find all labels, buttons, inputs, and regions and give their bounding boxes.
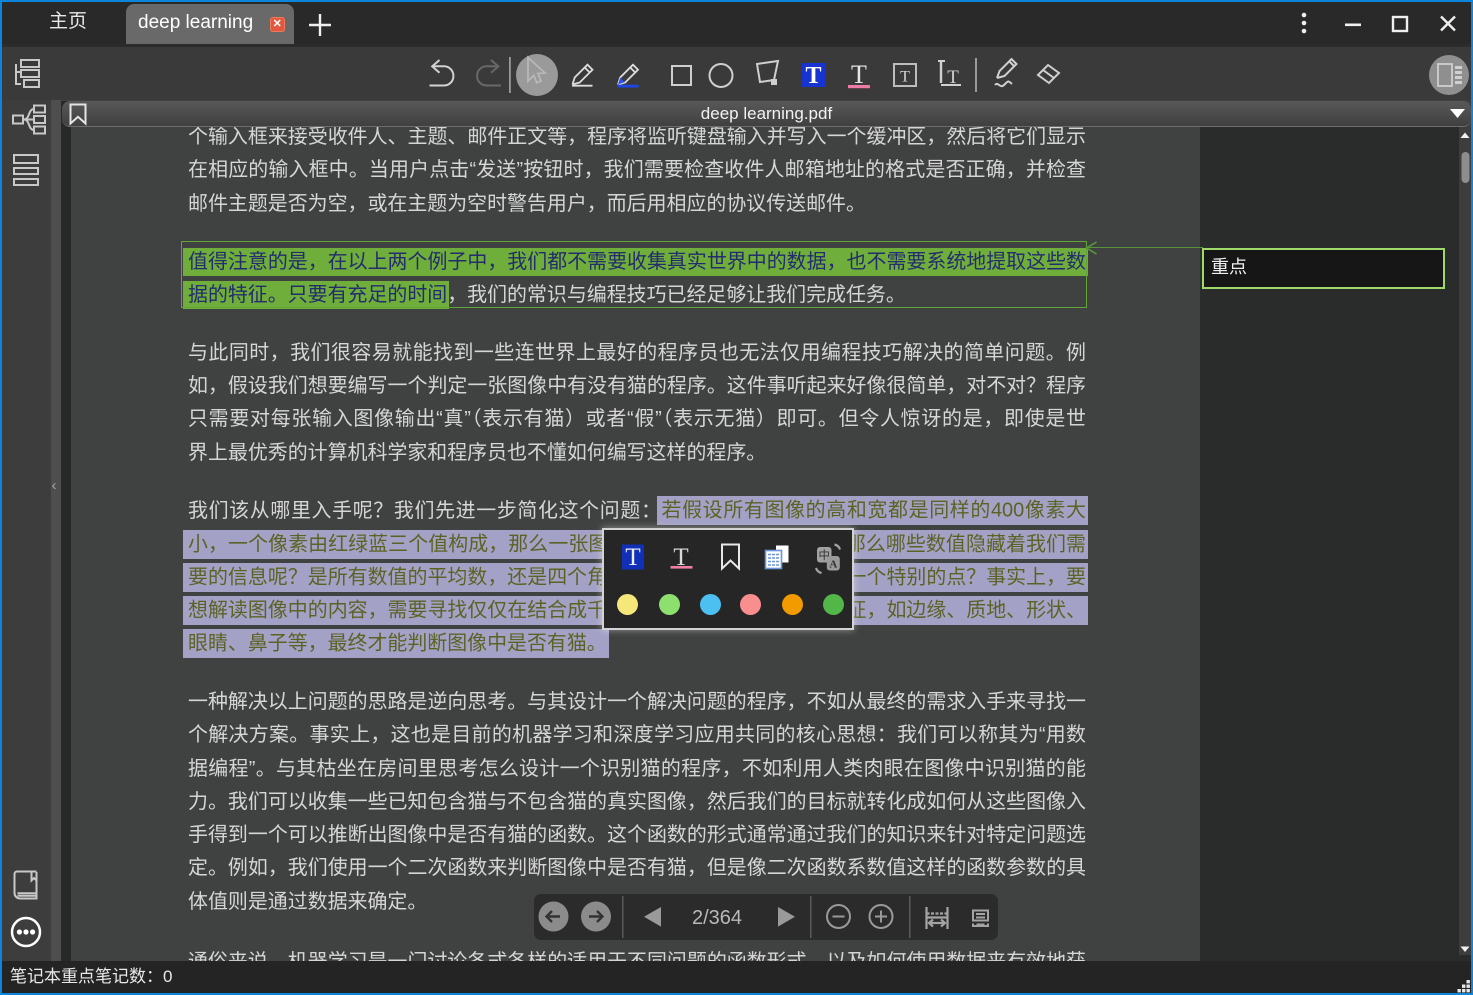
svg-text:T: T: [900, 69, 910, 86]
svg-text:A: A: [829, 559, 837, 571]
svg-text:T: T: [805, 63, 821, 89]
svg-text:T: T: [947, 67, 959, 88]
svg-text:T: T: [625, 544, 640, 571]
svg-text:2/364: 2/364: [692, 907, 742, 929]
svg-text:T: T: [851, 60, 867, 89]
